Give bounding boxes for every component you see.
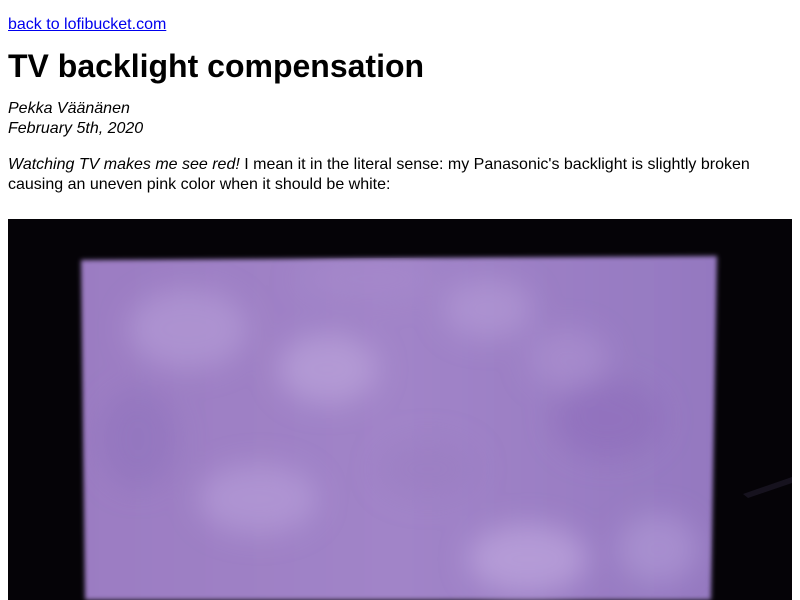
intro-emphasis: Watching TV makes me see red! xyxy=(8,156,240,173)
byline: Pekka Väänänen February 5th, 2020 xyxy=(8,99,143,139)
back-link[interactable]: back to lofibucket.com xyxy=(8,16,166,34)
page-title: TV backlight compensation xyxy=(8,48,425,84)
tv-screen-image xyxy=(8,219,792,600)
intro-paragraph: Watching TV makes me see red! I mean it … xyxy=(8,155,792,195)
author-name: Pekka Väänänen xyxy=(8,100,130,117)
publish-date: February 5th, 2020 xyxy=(8,120,144,137)
tv-backlight-photo xyxy=(8,219,792,600)
